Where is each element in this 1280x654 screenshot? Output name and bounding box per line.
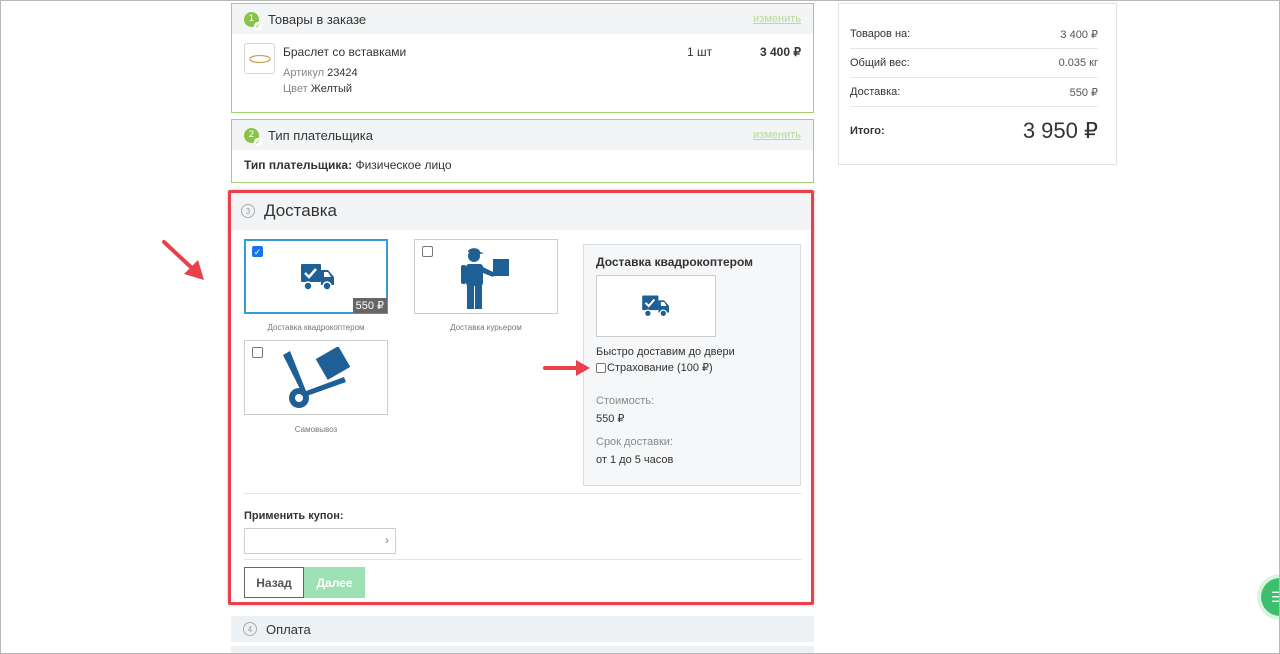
payer-type-value: Физическое лицо — [355, 158, 452, 172]
step-number: 1 — [248, 14, 255, 24]
chevron-right-icon[interactable]: › — [385, 533, 389, 547]
step-title: Доставка — [264, 201, 338, 220]
summary-value: 550 ₽ — [1069, 86, 1098, 99]
product-thumbnail[interactable] — [244, 43, 275, 74]
insurance-label: Страхование (100 ₽) — [607, 362, 713, 374]
insurance-checkbox[interactable] — [596, 362, 606, 373]
chat-widget[interactable]: ☰ — [1257, 574, 1280, 620]
delivery-option-drone-label[interactable]: Доставка квадрокоптером — [244, 323, 388, 332]
next-button[interactable]: Далее — [304, 567, 365, 598]
insurance-option[interactable]: Страхование (100 ₽) — [596, 361, 713, 374]
coupon-label: Применить купон: — [244, 510, 344, 522]
product-color: Цвет Желтый — [283, 83, 352, 95]
step-2-badge: 2 ✓ — [244, 127, 262, 146]
step-title: Товары в заказе — [268, 11, 367, 27]
article-value: 23424 — [327, 67, 358, 79]
product-quantity: 1 шт — [687, 45, 713, 59]
bracelet-icon — [248, 54, 271, 63]
back-button[interactable]: Назад — [244, 567, 304, 598]
option-checkbox[interactable] — [252, 347, 263, 358]
summary-row: Доставка: 550 ₽ — [850, 78, 1098, 107]
delivery-option-courier-label[interactable]: Доставка курьером — [414, 323, 558, 332]
section-divider — [244, 493, 802, 494]
summary-label: Доставка: — [850, 86, 901, 98]
total-label: Итого: — [850, 125, 885, 137]
chat-icon[interactable]: ☰ — [1261, 578, 1280, 616]
order-items-step: 1 ✓ Товары в заказе изменить Браслет со в… — [231, 3, 814, 113]
summary-total: Итого: 3 950 ₽ — [850, 118, 1098, 144]
payment-step[interactable]: 4 Оплата — [231, 616, 814, 642]
product-article: Артикул 23424 — [283, 67, 358, 79]
courier-icon — [461, 248, 509, 309]
order-summary: Товаров на: 3 400 ₽ Общий вес: 0.035 кг … — [838, 3, 1117, 165]
color-label: Цвет — [283, 83, 308, 95]
summary-value: 0.035 кг — [1058, 57, 1098, 69]
option-checkbox[interactable] — [422, 246, 433, 257]
step-1-badge: 1 ✓ — [244, 11, 262, 30]
step-4-badge: 4 — [243, 622, 257, 636]
change-link[interactable]: изменить — [753, 13, 801, 25]
delivery-time-value: от 1 до 5 часов — [596, 454, 674, 466]
delivery-info-panel: Доставка квадрокоптером Быстро доставим … — [583, 244, 801, 486]
check-icon: ✓ — [254, 137, 262, 146]
delivery-truck-icon — [642, 295, 669, 318]
change-link[interactable]: изменить — [753, 129, 801, 141]
step-number: 2 — [248, 130, 255, 140]
delivery-time-label: Срок доставки: — [596, 436, 673, 448]
delivery-option-pickup-label[interactable]: Самовывоз — [244, 425, 388, 434]
delivery-option-pickup[interactable] — [244, 340, 388, 415]
check-icon: ✓ — [254, 21, 262, 30]
total-value: 3 950 ₽ — [1022, 118, 1098, 143]
next-collapsed-step — [231, 646, 814, 654]
payer-type-step: 2 ✓ Тип плательщика изменить Тип плательщ… — [231, 119, 814, 183]
coupon-input[interactable]: › — [244, 528, 396, 554]
payer-type-label: Тип плательщика: — [244, 158, 353, 172]
payer-type-header: 2 ✓ Тип плательщика изменить — [232, 120, 813, 150]
delivery-truck-icon — [301, 264, 334, 291]
product-price: 3 400 ₽ — [760, 45, 801, 59]
option-price-badge: 550 ₽ — [352, 298, 387, 313]
order-item-row: Браслет со вставками Артикул 23424 Цвет … — [232, 34, 813, 112]
order-items-header: 1 ✓ Товары в заказе изменить — [232, 4, 813, 34]
section-divider — [244, 559, 802, 560]
summary-label: Товаров на: — [850, 28, 911, 40]
payer-type-line: Тип плательщика: Физическое лицо — [232, 150, 813, 180]
delivery-info-image — [596, 275, 716, 337]
summary-row: Товаров на: 3 400 ₽ — [850, 20, 1098, 49]
product-name[interactable]: Браслет со вставками — [283, 45, 406, 59]
step-title: Тип плательщика — [268, 127, 373, 143]
hand-truck-icon — [283, 347, 351, 408]
summary-row: Общий вес: 0.035 кг — [850, 49, 1098, 78]
summary-label: Общий вес: — [850, 57, 910, 69]
annotation-arrow-icon — [162, 240, 204, 280]
option-checkbox[interactable]: ✓ — [252, 246, 263, 257]
cost-label: Стоимость: — [596, 395, 655, 407]
color-value: Желтый — [310, 83, 353, 95]
summary-value: 3 400 ₽ — [1060, 28, 1098, 41]
delivery-info-title: Доставка квадрокоптером — [596, 255, 754, 269]
delivery-option-drone[interactable]: ✓ 550 ₽ — [244, 239, 388, 314]
step-title: Оплата — [266, 621, 311, 637]
article-label: Артикул — [283, 67, 325, 79]
delivery-description: Быстро доставим до двери — [596, 346, 735, 358]
delivery-header: 3 Доставка — [231, 192, 811, 230]
step-3-badge: 3 — [241, 204, 255, 218]
cost-value: 550 ₽ — [596, 413, 625, 425]
delivery-option-courier[interactable] — [414, 239, 558, 314]
